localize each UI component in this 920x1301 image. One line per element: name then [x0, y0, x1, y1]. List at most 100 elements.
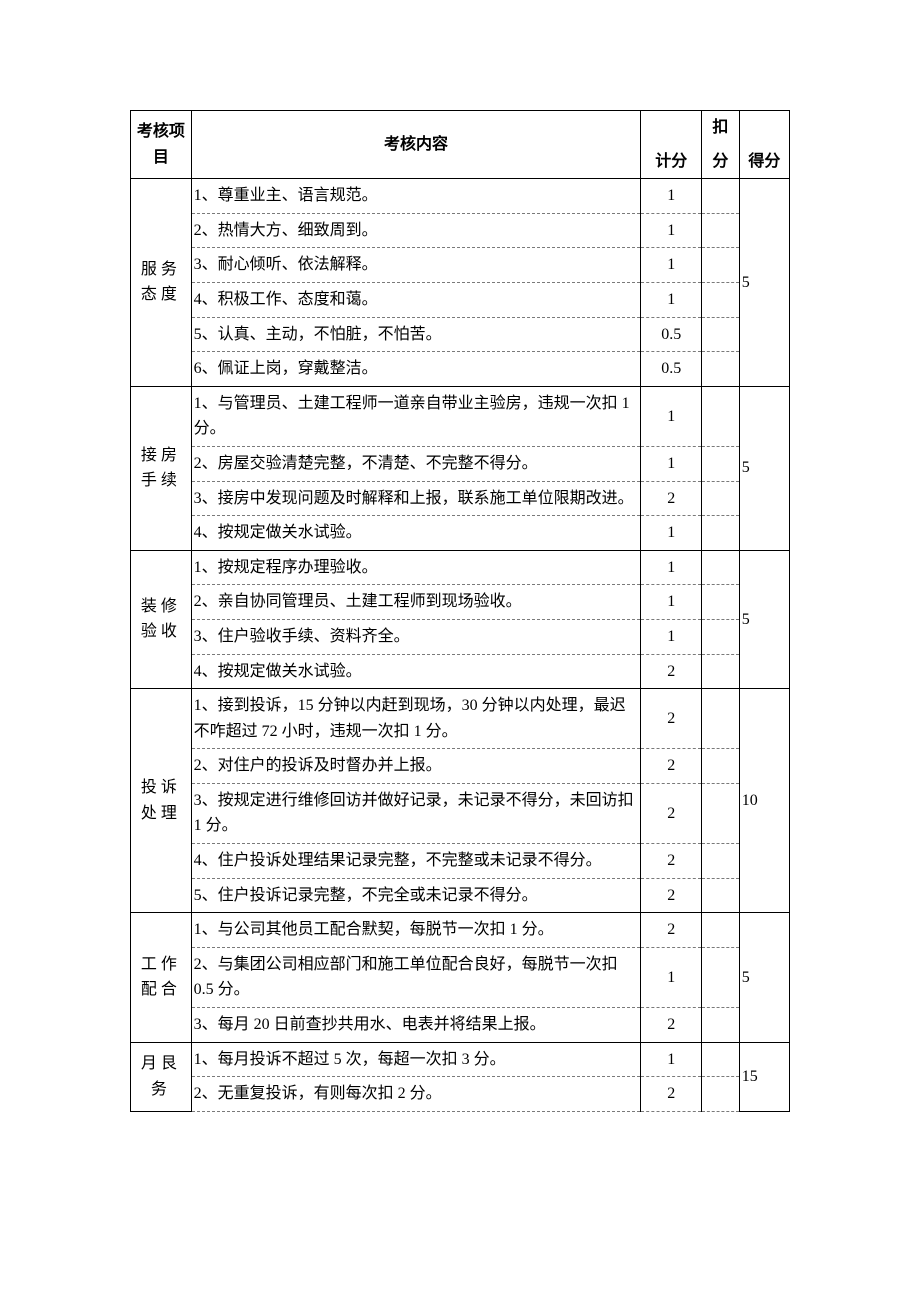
table-row: 4、按规定做关水试验。1: [131, 516, 790, 551]
header-deduct-top: 扣: [702, 111, 740, 145]
table-row: 4、住户投诉处理结果记录完整，不完整或未记录不得分。2: [131, 844, 790, 879]
table-row: 装修验收1、按规定程序办理验收。15: [131, 550, 790, 585]
row-deduct: [702, 1042, 740, 1077]
group-name: 装修验收: [131, 550, 192, 688]
table-row: 3、耐心倾听、依法解释。1: [131, 248, 790, 283]
row-deduct: [702, 352, 740, 387]
row-content: 2、亲自协同管理员、土建工程师到现场验收。: [191, 585, 641, 620]
table-row: 2、无重复投诉，有则每次扣 2 分。2: [131, 1077, 790, 1112]
header-total: 得分: [739, 145, 789, 179]
row-content: 4、积极工作、态度和蔼。: [191, 282, 641, 317]
row-deduct: [702, 386, 740, 446]
row-score: 1: [641, 282, 702, 317]
table-row: 3、按规定进行维修回访并做好记录，未记录不得分，未回访扣 1 分。2: [131, 783, 790, 843]
header-total-top: [739, 111, 789, 145]
row-score: 1: [641, 585, 702, 620]
row-score: 1: [641, 179, 702, 214]
group-total: 15: [739, 1042, 789, 1111]
table-row: 2、热情大方、细致周到。1: [131, 213, 790, 248]
row-score: 1: [641, 947, 702, 1007]
table-row: 4、按规定做关水试验。2: [131, 654, 790, 689]
row-content: 3、住户验收手续、资料齐全。: [191, 619, 641, 654]
row-score: 2: [641, 1008, 702, 1043]
table-row: 接房手续1、与管理员、土建工程师一道亲自带业主验房，违规一次扣 1 分。15: [131, 386, 790, 446]
row-deduct: [702, 844, 740, 879]
row-score: 1: [641, 516, 702, 551]
header-item: 考核项目: [131, 111, 192, 179]
row-deduct: [702, 689, 740, 749]
header-content: 考核内容: [191, 111, 641, 179]
row-content: 1、每月投诉不超过 5 次，每超一次扣 3 分。: [191, 1042, 641, 1077]
row-content: 2、无重复投诉，有则每次扣 2 分。: [191, 1077, 641, 1112]
row-deduct: [702, 749, 740, 784]
table-row: 3、接房中发现问题及时解释和上报，联系施工单位限期改进。2: [131, 481, 790, 516]
table-row: 5、住户投诉记录完整，不完全或未记录不得分。2: [131, 878, 790, 913]
row-score: 1: [641, 550, 702, 585]
group-total: 5: [739, 179, 789, 387]
row-deduct: [702, 947, 740, 1007]
row-score: 2: [641, 844, 702, 879]
row-deduct: [702, 516, 740, 551]
table-row: 4、积极工作、态度和蔼。1: [131, 282, 790, 317]
row-deduct: [702, 1008, 740, 1043]
row-deduct: [702, 585, 740, 620]
row-deduct: [702, 282, 740, 317]
row-content: 2、对住户的投诉及时督办并上报。: [191, 749, 641, 784]
row-content: 5、认真、主动，不怕脏，不怕苦。: [191, 317, 641, 352]
row-deduct: [702, 446, 740, 481]
row-deduct: [702, 913, 740, 948]
row-score: 0.5: [641, 317, 702, 352]
row-score: 1: [641, 386, 702, 446]
table-row: 月艮务1、每月投诉不超过 5 次，每超一次扣 3 分。115: [131, 1042, 790, 1077]
row-score: 1: [641, 248, 702, 283]
group-name: 月艮务: [131, 1042, 192, 1111]
table-row: 2、对住户的投诉及时督办并上报。2: [131, 749, 790, 784]
table-row: 5、认真、主动，不怕脏，不怕苦。0.5: [131, 317, 790, 352]
row-score: 1: [641, 1042, 702, 1077]
table-body: 服务态度1、尊重业主、语言规范。152、热情大方、细致周到。13、耐心倾听、依法…: [131, 179, 790, 1112]
group-total: 10: [739, 689, 789, 913]
row-score: 2: [641, 481, 702, 516]
row-deduct: [702, 878, 740, 913]
row-content: 1、尊重业主、语言规范。: [191, 179, 641, 214]
row-content: 3、每月 20 日前查抄共用水、电表并将结果上报。: [191, 1008, 641, 1043]
row-deduct: [702, 1077, 740, 1112]
table-row: 2、与集团公司相应部门和施工单位配合良好，每脱节一次扣 0.5 分。1: [131, 947, 790, 1007]
table-row: 3、住户验收手续、资料齐全。1: [131, 619, 790, 654]
group-total: 5: [739, 550, 789, 688]
row-score: 1: [641, 619, 702, 654]
row-content: 3、接房中发现问题及时解释和上报，联系施工单位限期改进。: [191, 481, 641, 516]
row-deduct: [702, 317, 740, 352]
row-score: 2: [641, 1077, 702, 1112]
group-name: 投诉处理: [131, 689, 192, 913]
row-content: 2、热情大方、细致周到。: [191, 213, 641, 248]
row-deduct: [702, 619, 740, 654]
row-score: 1: [641, 213, 702, 248]
row-deduct: [702, 481, 740, 516]
row-deduct: [702, 783, 740, 843]
row-content: 1、接到投诉，15 分钟以内赶到现场，30 分钟以内处理，最迟不咋超过 72 小…: [191, 689, 641, 749]
header-deduct-bot: 分: [702, 145, 740, 179]
row-score: 2: [641, 749, 702, 784]
row-content: 4、按规定做关水试验。: [191, 516, 641, 551]
row-content: 2、房屋交验清楚完整，不清楚、不完整不得分。: [191, 446, 641, 481]
row-deduct: [702, 213, 740, 248]
row-score: 1: [641, 446, 702, 481]
table-header: 考核项目 考核内容 扣 计分 分 得分: [131, 111, 790, 179]
row-content: 2、与集团公司相应部门和施工单位配合良好，每脱节一次扣 0.5 分。: [191, 947, 641, 1007]
row-content: 1、与管理员、土建工程师一道亲自带业主验房，违规一次扣 1 分。: [191, 386, 641, 446]
group-name: 工作配合: [131, 913, 192, 1042]
row-content: 3、按规定进行维修回访并做好记录，未记录不得分，未回访扣 1 分。: [191, 783, 641, 843]
row-score: 2: [641, 783, 702, 843]
group-total: 5: [739, 386, 789, 550]
table-row: 工作配合1、与公司其他员工配合默契，每脱节一次扣 1 分。25: [131, 913, 790, 948]
row-content: 5、住户投诉记录完整，不完全或未记录不得分。: [191, 878, 641, 913]
row-deduct: [702, 179, 740, 214]
row-score: 0.5: [641, 352, 702, 387]
table-row: 2、亲自协同管理员、土建工程师到现场验收。1: [131, 585, 790, 620]
row-score: 2: [641, 913, 702, 948]
table-row: 6、佩证上岗，穿戴整洁。0.5: [131, 352, 790, 387]
row-deduct: [702, 654, 740, 689]
table-row: 服务态度1、尊重业主、语言规范。15: [131, 179, 790, 214]
group-name: 服务态度: [131, 179, 192, 387]
